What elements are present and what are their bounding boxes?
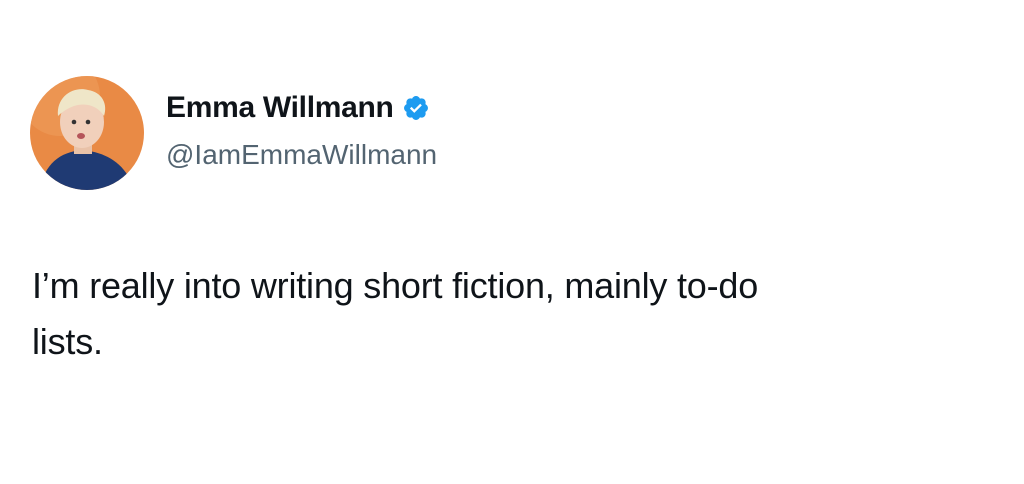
verified-badge-icon [402, 94, 430, 122]
tweet-text: I’m really into writing short fiction, m… [32, 258, 992, 370]
tweet-text-line: lists. [32, 321, 103, 362]
tweet-text-line: I’m really into writing short fiction, m… [32, 265, 759, 306]
author-avatar[interactable] [30, 76, 144, 190]
author-handle[interactable]: @IamEmmaWillmann [166, 139, 437, 171]
author-display-name[interactable]: Emma Willmann [166, 91, 394, 125]
profile-photo-icon [30, 76, 144, 190]
author-name-row: Emma Willmann [166, 91, 430, 125]
tweet-card: Emma Willmann @IamEmmaWillmann I’m reall… [0, 0, 1024, 484]
